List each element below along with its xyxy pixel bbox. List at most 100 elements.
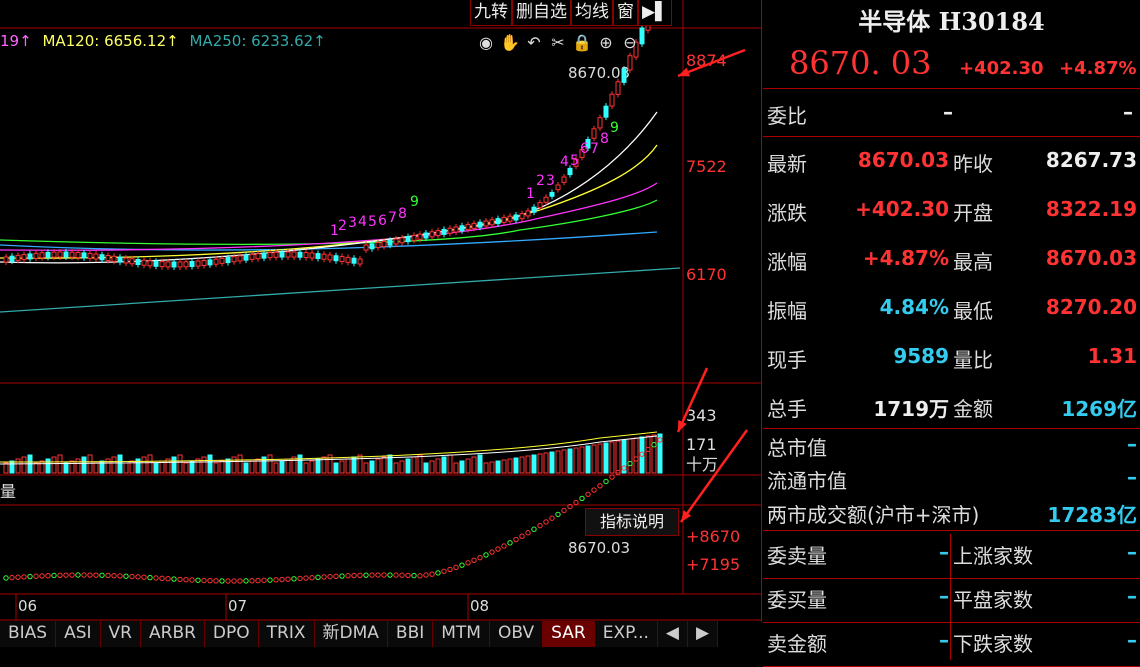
volume-bar [549,451,555,474]
sar-dot [501,543,507,549]
volume-label: 量 [0,482,16,501]
candle [231,256,237,263]
sar-dot [327,573,333,580]
sar-dot [111,572,117,579]
volume-bar [597,443,603,474]
ma-line [0,182,658,251]
eye-icon[interactable]: ◉ [476,33,496,53]
candle [129,258,135,265]
tab-scroll-right[interactable]: ▶ [687,621,719,647]
tab-dpo[interactable]: DPO [204,621,259,647]
sar-tick: +8670 [686,527,740,546]
tab-asi[interactable]: ASI [56,621,101,647]
sar-dot [309,575,315,581]
volume-bar [381,456,387,474]
zoom-out-icon[interactable]: ⊖ [620,33,640,53]
volume-bar [111,456,117,474]
sar-dot [555,511,561,518]
lock-icon[interactable]: 🔒 [572,33,592,53]
tab-obv[interactable]: OBV [489,621,544,647]
volume-bar [297,454,303,474]
candle [333,255,339,262]
candle [3,256,9,263]
sar-dot [495,546,501,552]
tab-bias[interactable]: BIAS [0,621,57,647]
tab-new-dma[interactable]: 新DMA [314,621,388,647]
sar-dot [609,474,615,480]
zoom-in-icon[interactable]: ⊕ [596,33,616,53]
volume-bar [417,454,423,474]
volume-bar [579,446,585,474]
sar-dot [447,566,453,573]
candle [309,252,315,259]
candle [615,81,621,95]
tab-sar[interactable]: SAR [543,621,595,647]
candle [33,252,39,259]
undo-icon[interactable]: ↶ [524,33,544,53]
order-row: 卖金额 – 下跌家数 – [763,622,1140,666]
candle [93,253,99,260]
volume-bar [435,458,441,474]
nine-count: 9 [410,194,419,210]
candle [15,254,21,261]
sar-last-label: 8670.03 [568,539,630,557]
sar-dot [489,549,495,555]
window-button[interactable]: 窗 [613,0,638,26]
tab-scroll-left[interactable]: ◀ [657,621,688,647]
volume-bar [513,457,519,474]
volume-bar [471,456,477,474]
sar-dot [159,575,165,582]
tab-mtm[interactable]: MTM [433,621,490,647]
candle [267,252,273,259]
sar-dot [429,571,435,577]
candle [477,221,483,228]
candle [213,258,219,265]
volume-bar [393,462,399,474]
volume-bar [231,456,237,474]
indicator-help-button[interactable]: 指标说明 [585,508,679,536]
candle [597,117,603,129]
candle [381,240,387,247]
tab-exp[interactable]: EXP... [594,621,658,647]
ma-button[interactable]: 均线 [571,0,613,26]
ma-legend-item: MA250: 6233.62↑ [189,32,326,50]
ma-line [0,199,658,245]
volume-bar [237,454,243,474]
quote-row: 现手 9589 量比 1.31 [763,336,1140,384]
candle [561,176,567,183]
price-change-pct: +4.87% [1059,58,1137,79]
sar-dot [219,578,225,584]
volume-bar [273,462,279,474]
sar-dot [549,515,555,521]
candle [621,68,627,83]
quote-label: 最低 [953,299,993,323]
sar-dot [213,578,219,584]
volume-bar [495,460,501,474]
sar-dot [477,554,483,561]
candle [603,105,609,118]
ma-line [0,144,658,259]
play-icon[interactable]: ▶▌ [638,0,673,26]
sar-tick: +7195 [686,555,740,574]
nine-turn-button[interactable]: 九转 [470,0,512,26]
weibi-row: 委比 – – [763,90,1140,138]
volume-bar [345,458,351,474]
sar-dot [261,577,267,584]
remove-watchlist-button[interactable]: 删自选 [512,0,571,26]
tab-arbr[interactable]: ARBR [141,621,205,647]
volume-bar [555,450,561,474]
candle [363,244,369,251]
quote-label: 涨幅 [767,250,807,274]
chart-toolbar: 九转 删自选 均线 窗 ▶▌ [470,0,673,26]
scissors-icon[interactable]: ✂ [548,33,568,53]
hand-icon[interactable]: ✋ [500,33,520,53]
tab-trix[interactable]: TRIX [258,621,315,647]
tab-vr[interactable]: VR [100,621,141,647]
sar-dot [249,578,255,584]
candle [387,239,393,246]
tab-bbi[interactable]: BBI [387,621,434,647]
nine-count: 5 [368,214,377,230]
volume-bar [141,456,147,474]
candle [117,256,123,263]
volume-bar [3,462,9,474]
